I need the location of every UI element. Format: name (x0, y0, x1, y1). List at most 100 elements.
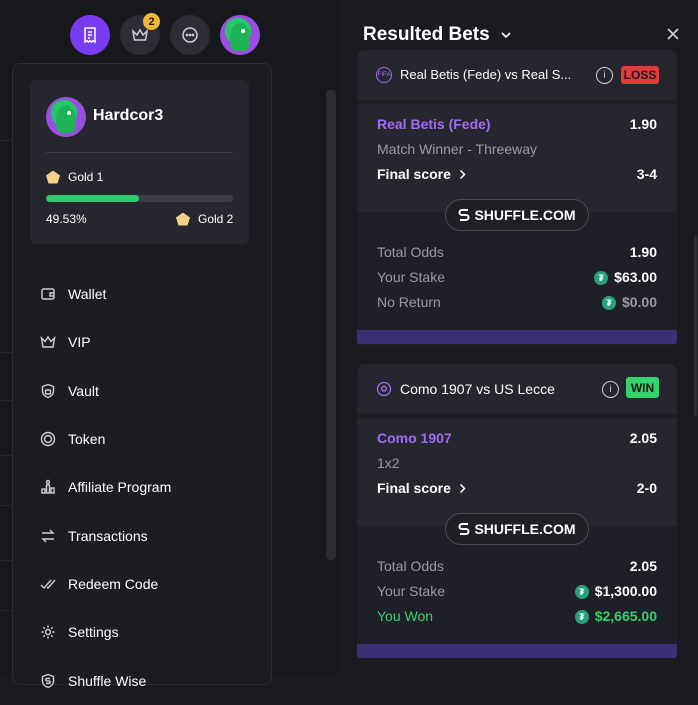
menu-item-redeem[interactable]: Redeem Code (39, 560, 171, 608)
stake-label: Your Stake (377, 583, 445, 599)
status-badge: WIN (626, 377, 659, 398)
menu-item-label: Transactions (68, 527, 148, 544)
panel-title[interactable]: Resulted Bets (363, 24, 512, 46)
return-label: No Return (377, 294, 441, 310)
shuffle-brand-button[interactable]: SHUFFLE.COM (445, 513, 589, 545)
card-footer-bar (357, 644, 677, 658)
info-icon[interactable]: i (596, 67, 613, 84)
wallet-icon (39, 285, 57, 303)
tether-icon: ₮ (574, 585, 589, 600)
chat-button[interactable] (170, 15, 210, 55)
bets-button[interactable] (70, 15, 110, 55)
menu-item-label: Settings (68, 624, 119, 641)
bet-selection: Como 1907 2.05 1x2 Final score 2-0 (357, 418, 677, 526)
username: Hardcor3 (93, 107, 164, 124)
return-value: ₮ $0.00 (601, 294, 657, 311)
bet-match: Como 1907 vs US Lecce (400, 381, 555, 397)
selection-name: Real Betis (Fede) (377, 116, 491, 132)
selection-name: Como 1907 (377, 430, 452, 446)
menu-item-settings[interactable]: Settings (39, 608, 171, 656)
menu-item-label: Vault (68, 382, 99, 399)
menu-item-wallet[interactable]: Wallet (39, 270, 171, 318)
token-icon (39, 430, 57, 448)
menu-item-label: Affiliate Program (68, 479, 172, 496)
affiliate-icon (39, 478, 57, 496)
shuffle-wise-icon (39, 672, 57, 690)
bet-card-header: Como 1907 vs US Lecce i WIN (357, 364, 677, 414)
page-scrollbar[interactable] (326, 90, 336, 560)
user-menu: Wallet VIP Vault Token Affiliate Program… (39, 270, 171, 705)
user-avatar-button[interactable] (220, 15, 260, 55)
transactions-icon (39, 527, 57, 545)
settings-icon (39, 623, 57, 641)
avatar-eye (67, 111, 71, 115)
chat-icon (182, 27, 198, 43)
return-amount: $2,665.00 (594, 608, 657, 624)
info-icon[interactable]: i (602, 381, 619, 398)
menu-item-token[interactable]: Token (39, 415, 171, 463)
shuffle-logo-icon (458, 523, 470, 535)
tether-icon: ₮ (594, 271, 609, 286)
tether-icon: ₮ (574, 610, 589, 625)
menu-item-label: Redeem Code (68, 575, 159, 592)
avatar-bird (230, 23, 250, 51)
bet-card: Como 1907 vs US Lecce i WIN Como 1907 2.… (357, 364, 677, 662)
bet-selection: Real Betis (Fede) 1.90 Match Winner - Th… (357, 104, 677, 212)
brand-label: SHUFFLE.COM (474, 207, 576, 223)
menu-item-vip[interactable]: VIP (39, 318, 171, 366)
close-button[interactable] (666, 25, 680, 46)
vip-badge: 2 (143, 13, 160, 30)
chevron-right-icon (459, 169, 466, 179)
menu-item-shuffle-wise[interactable]: Shuffle Wise (39, 656, 171, 704)
final-score-label: Final score (377, 166, 451, 182)
panel-title-text: Resulted Bets (363, 24, 490, 45)
shuffle-logo-icon (458, 209, 470, 221)
final-score: 2-0 (636, 480, 657, 496)
menu-item-vault[interactable]: Vault (39, 367, 171, 415)
next-tier: Gold 2 (176, 212, 233, 226)
chevron-right-icon (459, 483, 466, 493)
current-tier-label: Gold 1 (68, 170, 104, 184)
panel-scrollbar[interactable] (694, 236, 697, 416)
menu-item-label: Wallet (68, 286, 107, 303)
market-name: 1x2 (377, 455, 400, 471)
vip-button[interactable]: 2 (120, 13, 160, 55)
crown-icon (131, 28, 149, 41)
status-badge: LOSS (621, 66, 659, 84)
bet-match: Real Betis (Fede) vs Real S... (400, 67, 572, 82)
bet-card: FIFA Real Betis (Fede) vs Real S... i LO… (357, 50, 677, 348)
final-score: 3-4 (636, 166, 657, 182)
total-odds-label: Total Odds (377, 244, 444, 260)
menu-item-label: Token (68, 431, 106, 448)
user-card: Hardcor3 Gold 1 49.53% Gold 2 (30, 80, 249, 244)
soccer-ball-icon (376, 381, 392, 397)
final-score-toggle[interactable]: Final score (377, 480, 466, 496)
final-score-label: Final score (377, 480, 451, 496)
total-odds: 1.90 (629, 244, 657, 260)
market-name: Match Winner - Threeway (377, 141, 538, 157)
bet-summary: SHUFFLE.COM Total Odds 1.90 Your Stake ₮… (357, 199, 677, 330)
current-tier: Gold 1 (46, 170, 103, 184)
return-label: You Won (377, 608, 434, 624)
tether-icon: ₮ (601, 296, 616, 311)
stake-amount: $63.00 (614, 269, 657, 285)
divider (46, 152, 233, 153)
final-score-toggle[interactable]: Final score (377, 166, 466, 182)
return-amount: $0.00 (621, 294, 657, 310)
bet-summary: SHUFFLE.COM Total Odds 2.05 Your Stake ₮… (357, 513, 677, 644)
menu-item-affiliate[interactable]: Affiliate Program (39, 463, 171, 511)
selection-odds: 1.90 (629, 116, 657, 132)
return-value: ₮ $2,665.00 (574, 608, 657, 625)
card-footer-bar (357, 330, 677, 344)
menu-item-transactions[interactable]: Transactions (39, 511, 171, 559)
esport-icon: FIFA (376, 67, 392, 83)
total-odds-label: Total Odds (377, 558, 444, 574)
stake-amount: $1,300.00 (594, 583, 657, 599)
stake-value: ₮ $1,300.00 (574, 583, 657, 600)
shuffle-brand-button[interactable]: SHUFFLE.COM (445, 199, 589, 231)
gem-icon (46, 170, 60, 184)
redeem-icon (39, 575, 57, 593)
stake-value: ₮ $63.00 (594, 269, 657, 286)
brand-label: SHUFFLE.COM (474, 521, 576, 537)
bet-card-header: FIFA Real Betis (Fede) vs Real S... i LO… (357, 50, 677, 100)
